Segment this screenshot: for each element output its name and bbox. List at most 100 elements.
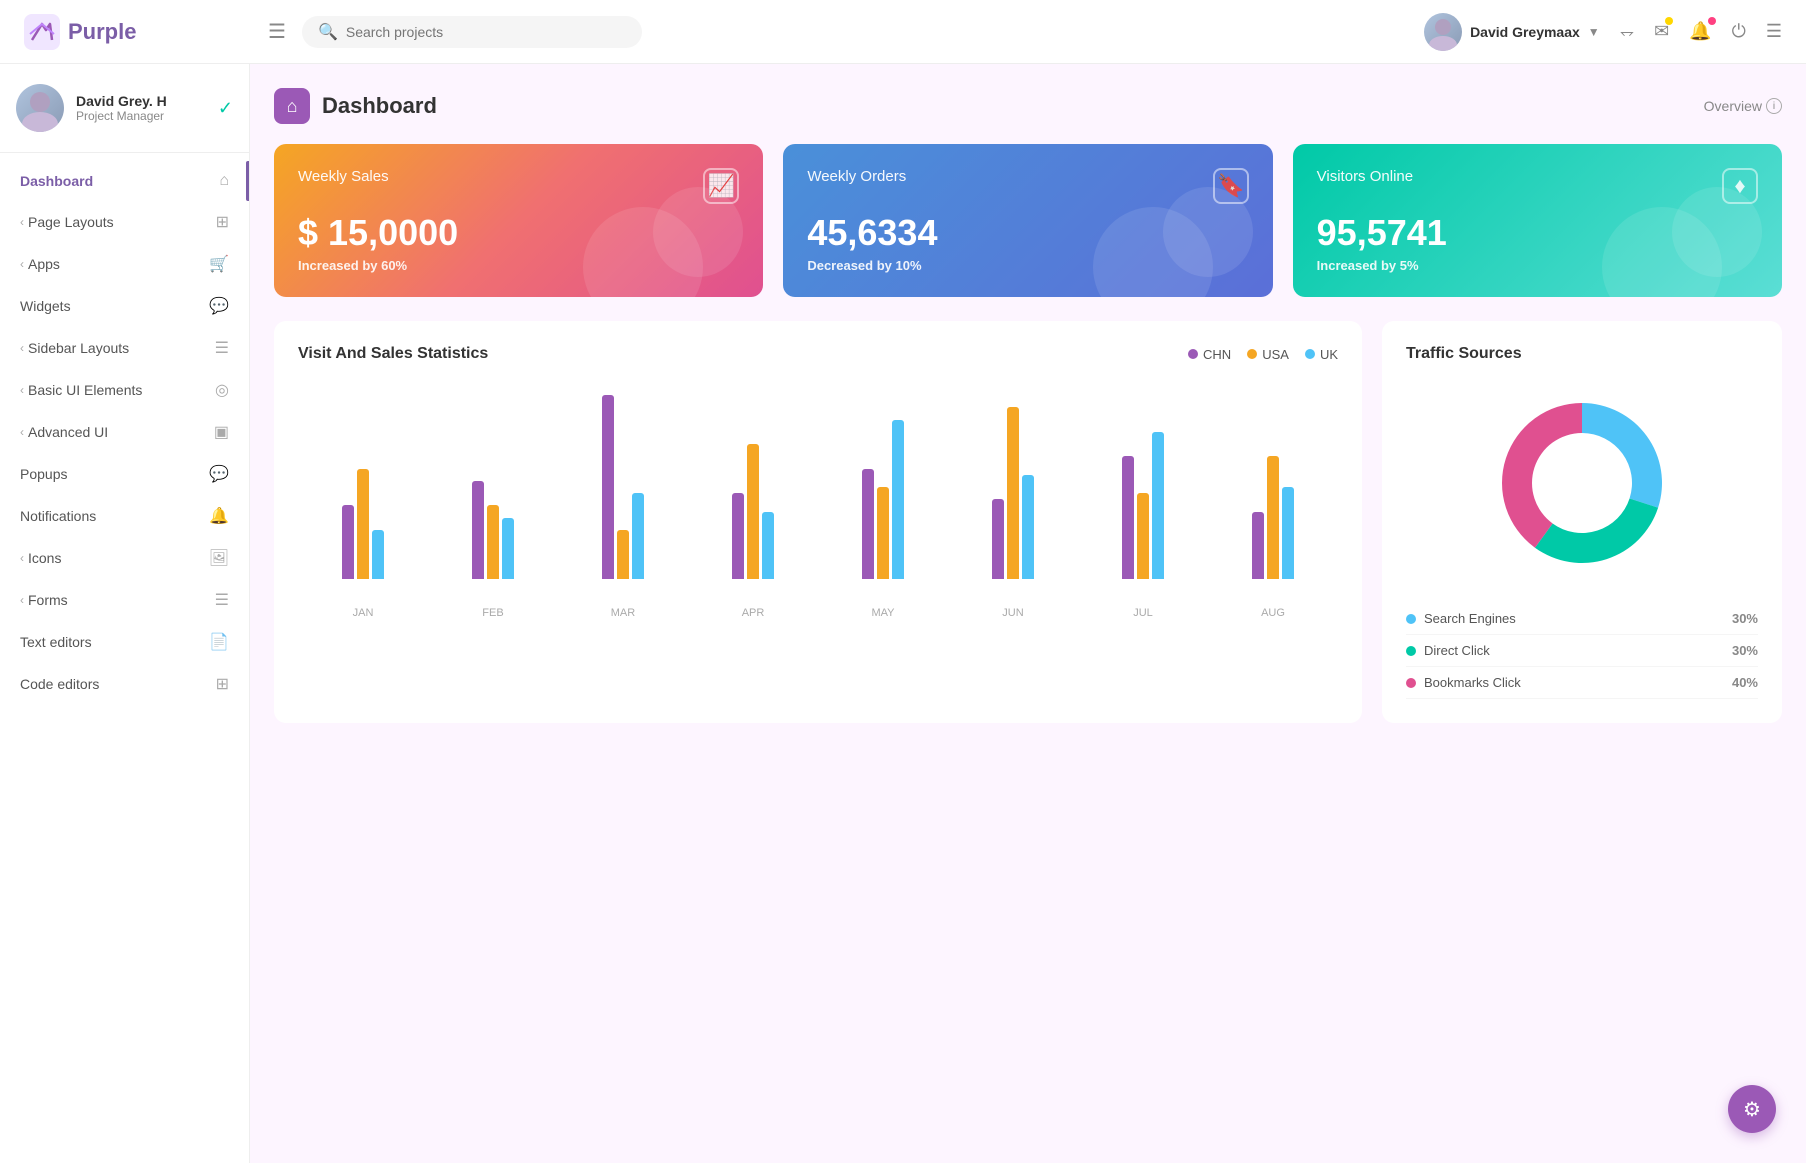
- donut-legend-dot: [1406, 614, 1416, 624]
- bar-blue: [1152, 432, 1164, 579]
- bar-orange: [877, 487, 889, 579]
- dashboard-title-area: ⌂ Dashboard: [274, 88, 437, 124]
- donut-svg: [1482, 383, 1682, 583]
- menu-icon[interactable]: ☰: [268, 19, 286, 44]
- user-area[interactable]: David Greymaax ▼: [1424, 13, 1600, 51]
- search-area: 🔍: [302, 16, 642, 48]
- nav-item-icon: ⌂: [219, 172, 229, 190]
- bar-purple: [472, 481, 484, 579]
- chevron-icon: ‹: [20, 593, 24, 607]
- sidebar-nav: Dashboard⌂‹Page Layouts⊞‹Apps🛒Widgets💬‹S…: [0, 153, 249, 713]
- nav-item-icon: ▣: [214, 422, 229, 442]
- bar-purple: [342, 505, 354, 579]
- profile-info: David Grey. H Project Manager: [76, 93, 206, 123]
- stat-change: Increased by 60%: [298, 258, 739, 273]
- overview-link[interactable]: Overview i: [1704, 98, 1782, 114]
- bar-group-apr: [688, 444, 818, 579]
- donut-legend-label: Direct Click: [1424, 643, 1490, 658]
- bell-icon[interactable]: 🔔: [1689, 21, 1711, 42]
- power-icon[interactable]: ⏻: [1732, 21, 1746, 42]
- bar-label-aug: AUG: [1208, 607, 1338, 619]
- bar-blue: [372, 530, 384, 579]
- stat-cards: Weekly Sales 📈 $ 15,0000 Increased by 60…: [274, 144, 1782, 297]
- bar-blue: [502, 518, 514, 579]
- stat-card-top: Visitors Online ♦: [1317, 168, 1758, 204]
- nav-item-icon: 💬: [209, 296, 229, 316]
- bar-blue: [632, 493, 644, 579]
- bell-badge: [1708, 17, 1716, 25]
- donut-chart-card: Traffic Sources Search Engines 30% Direc…: [1382, 321, 1782, 723]
- user-avatar: [1424, 13, 1462, 51]
- legend-item-usa: USA: [1247, 347, 1289, 362]
- sidebar-item-popups[interactable]: Popups💬: [0, 453, 249, 495]
- nav-item-icon: ☰: [215, 338, 229, 358]
- logo-icon: [24, 14, 60, 50]
- mail-badge: [1665, 17, 1673, 25]
- nav-item-icon: 💬: [209, 464, 229, 484]
- nav-item-label: Icons: [28, 550, 205, 566]
- legend-label: USA: [1262, 347, 1289, 362]
- sidebar-item-code-editors[interactable]: Code editors⊞: [0, 663, 249, 705]
- bar-group-jun: [948, 407, 1078, 579]
- dashboard-header: ⌂ Dashboard Overview i: [274, 88, 1782, 124]
- list-icon[interactable]: ☰: [1766, 21, 1782, 42]
- sidebar-item-basic-ui-elements[interactable]: ‹Basic UI Elements◎: [0, 369, 249, 411]
- donut-legend-left: Bookmarks Click: [1406, 675, 1521, 690]
- chart-legend: CHNUSAUK: [1188, 347, 1338, 362]
- bar-labels: JANFEBMARAPRMAYJUNJULAUG: [298, 607, 1338, 619]
- bar-chart-title: Visit And Sales Statistics: [298, 345, 488, 363]
- app-header: Purple ☰ 🔍 David Greymaax ▼ ⥐ ✉ 🔔 ⏻ ☰: [0, 0, 1806, 64]
- sidebar-item-forms[interactable]: ‹Forms☰: [0, 579, 249, 621]
- sidebar-item-apps[interactable]: ‹Apps🛒: [0, 243, 249, 285]
- bar-chart-card: Visit And Sales Statistics CHNUSAUK JANF…: [274, 321, 1362, 723]
- bar-orange: [357, 469, 369, 579]
- profile-role: Project Manager: [76, 109, 206, 123]
- sidebar-item-advanced-ui[interactable]: ‹Advanced UI▣: [0, 411, 249, 453]
- bar-blue: [762, 512, 774, 579]
- stat-icon: 🔖: [1213, 168, 1249, 204]
- bar-label-jun: JUN: [948, 607, 1078, 619]
- sidebar-item-text-editors[interactable]: Text editors📄: [0, 621, 249, 663]
- stat-card-blue: Weekly Orders 🔖 45,6334 Decreased by 10%: [783, 144, 1272, 297]
- sidebar-item-page-layouts[interactable]: ‹Page Layouts⊞: [0, 201, 249, 243]
- nav-item-label: Code editors: [20, 676, 212, 692]
- stat-value: 45,6334: [807, 212, 1248, 254]
- bar-orange: [487, 505, 499, 579]
- donut-container: [1406, 383, 1758, 583]
- stat-card-orange: Weekly Sales 📈 $ 15,0000 Increased by 60…: [274, 144, 763, 297]
- user-name: David Greymaax: [1470, 24, 1580, 40]
- sidebar-item-notifications[interactable]: Notifications🔔: [0, 495, 249, 537]
- sidebar-item-sidebar-layouts[interactable]: ‹Sidebar Layouts☰: [0, 327, 249, 369]
- stat-value: 95,5741: [1317, 212, 1758, 254]
- bar-blue: [892, 420, 904, 579]
- nav-item-icon: 📄: [209, 632, 229, 652]
- search-input[interactable]: [346, 24, 626, 40]
- nav-item-icon: ⊞: [216, 674, 229, 694]
- stat-label: Visitors Online: [1317, 168, 1413, 185]
- sidebar-item-widgets[interactable]: Widgets💬: [0, 285, 249, 327]
- bar-label-feb: FEB: [428, 607, 558, 619]
- bar-label-jan: JAN: [298, 607, 428, 619]
- charts-row: Visit And Sales Statistics CHNUSAUK JANF…: [274, 321, 1782, 723]
- bar-group-jan: [298, 469, 428, 579]
- donut-legend: Search Engines 30% Direct Click 30% Book…: [1406, 603, 1758, 699]
- stat-icon: 📈: [703, 168, 739, 204]
- fullscreen-icon[interactable]: ⥐: [1620, 21, 1634, 42]
- bar-label-jul: JUL: [1078, 607, 1208, 619]
- profile-avatar: [16, 84, 64, 132]
- legend-item-chn: CHN: [1188, 347, 1231, 362]
- nav-item-label: Dashboard: [20, 173, 215, 189]
- sidebar-item-dashboard[interactable]: Dashboard⌂: [0, 161, 249, 201]
- bar-group-aug: [1208, 456, 1338, 579]
- bar-label-may: MAY: [818, 607, 948, 619]
- sidebar-item-icons[interactable]: ‹Icons🖼: [0, 537, 249, 579]
- stat-label: Weekly Sales: [298, 168, 389, 185]
- settings-icon: ⚙: [1743, 1097, 1761, 1122]
- donut-legend-left: Direct Click: [1406, 643, 1490, 658]
- mail-icon[interactable]: ✉: [1654, 21, 1669, 42]
- header-right: David Greymaax ▼ ⥐ ✉ 🔔 ⏻ ☰: [1424, 13, 1782, 51]
- chevron-icon: ‹: [20, 215, 24, 229]
- donut-legend-item-bookmarks-click: Bookmarks Click 40%: [1406, 667, 1758, 699]
- settings-fab[interactable]: ⚙: [1728, 1085, 1776, 1133]
- bar-label-apr: APR: [688, 607, 818, 619]
